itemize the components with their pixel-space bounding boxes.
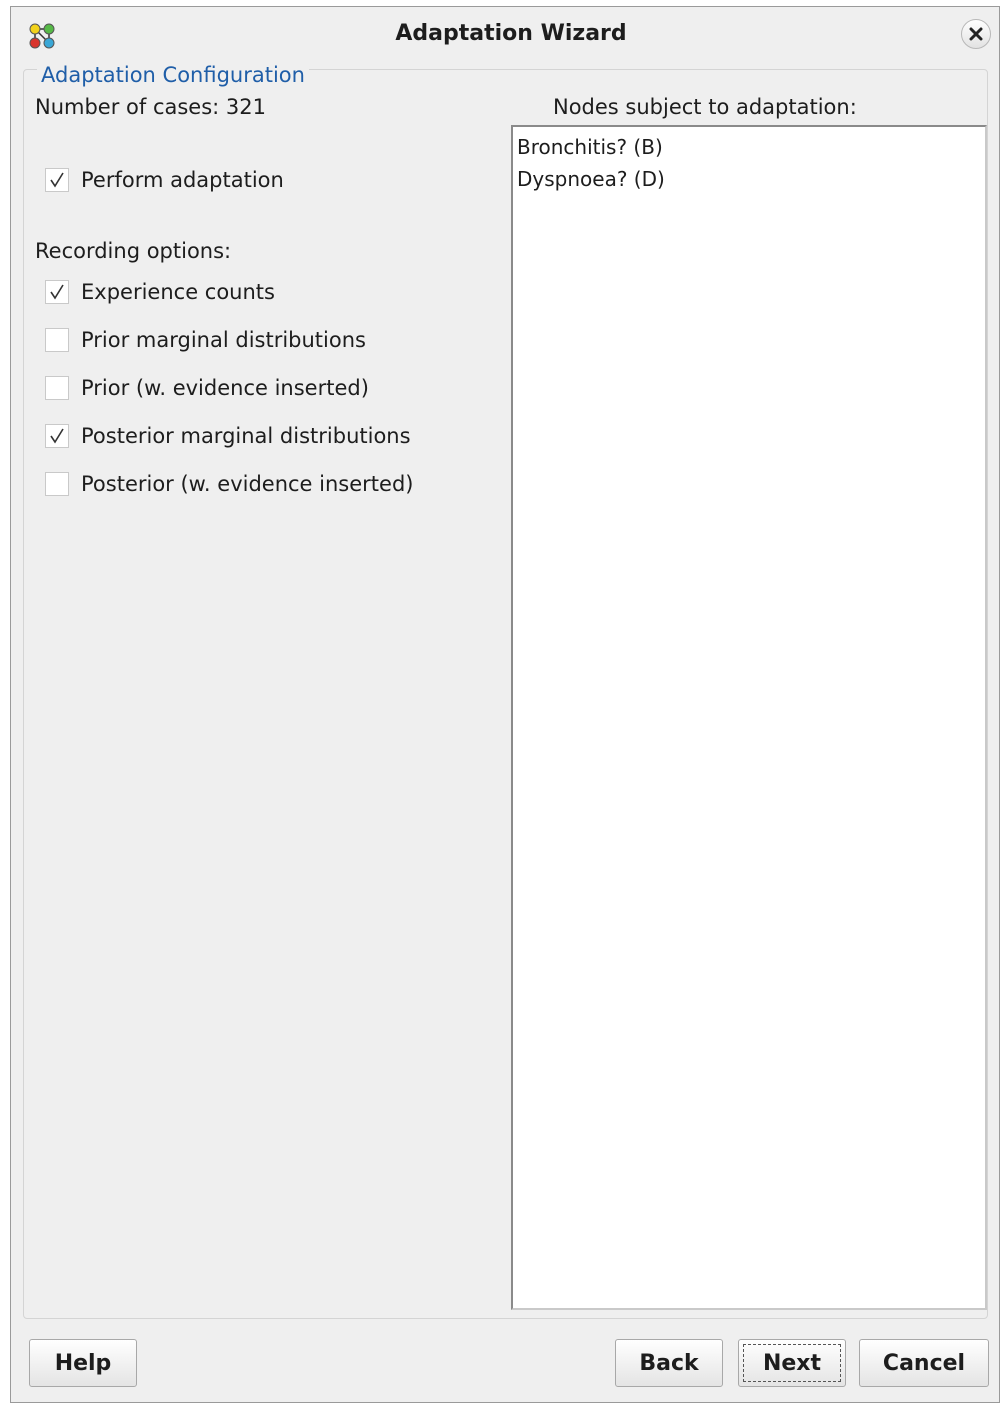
posterior-marginal-distributions-checkbox[interactable]: Posterior marginal distributions xyxy=(45,421,411,451)
recording-options-label: Recording options: xyxy=(35,239,232,263)
list-item[interactable]: Bronchitis? (B) xyxy=(517,135,663,159)
background-edge xyxy=(0,0,10,1405)
checkbox-box[interactable] xyxy=(45,472,69,496)
prior-marginal-distributions-checkbox[interactable]: Prior marginal distributions xyxy=(45,325,366,355)
adaptation-wizard-dialog: Adaptation Wizard Adaptation Configurati… xyxy=(10,6,1000,1403)
posterior-marginal-distributions-label: Posterior marginal distributions xyxy=(81,424,411,448)
back-button[interactable]: Back xyxy=(615,1339,723,1387)
checkbox-box[interactable] xyxy=(45,424,69,448)
window-title: Adaptation Wizard xyxy=(395,21,627,46)
checkmark-icon xyxy=(50,172,64,188)
cancel-button[interactable]: Cancel xyxy=(859,1339,989,1387)
prior-marginal-distributions-label: Prior marginal distributions xyxy=(81,328,366,352)
help-button[interactable]: Help xyxy=(29,1339,137,1387)
list-item[interactable]: Dyspnoea? (D) xyxy=(517,167,665,191)
prior-evidence-inserted-checkbox[interactable]: Prior (w. evidence inserted) xyxy=(45,373,369,403)
nodes-list-label: Nodes subject to adaptation: xyxy=(553,95,857,119)
nodes-listbox[interactable]: Bronchitis? (B) Dyspnoea? (D) xyxy=(511,125,987,1310)
close-button[interactable] xyxy=(961,19,991,49)
checkbox-box[interactable] xyxy=(45,328,69,352)
checkmark-icon xyxy=(50,284,64,300)
close-icon xyxy=(969,27,983,41)
perform-adaptation-checkbox[interactable]: Perform adaptation xyxy=(45,165,284,195)
perform-adaptation-label: Perform adaptation xyxy=(81,168,284,192)
posterior-evidence-inserted-label: Posterior (w. evidence inserted) xyxy=(81,472,414,496)
number-of-cases-label: Number of cases: 321 xyxy=(35,95,266,119)
experience-counts-checkbox[interactable]: Experience counts xyxy=(45,277,275,307)
section-title: Adaptation Configuration xyxy=(37,63,309,87)
checkbox-box[interactable] xyxy=(45,168,69,192)
checkbox-box[interactable] xyxy=(45,280,69,304)
next-button[interactable]: Next xyxy=(738,1339,846,1387)
title-bar[interactable]: Adaptation Wizard xyxy=(11,7,999,63)
prior-evidence-inserted-label: Prior (w. evidence inserted) xyxy=(81,376,369,400)
experience-counts-label: Experience counts xyxy=(81,280,275,304)
posterior-evidence-inserted-checkbox[interactable]: Posterior (w. evidence inserted) xyxy=(45,469,413,499)
checkbox-box[interactable] xyxy=(45,376,69,400)
checkmark-icon xyxy=(50,428,64,444)
